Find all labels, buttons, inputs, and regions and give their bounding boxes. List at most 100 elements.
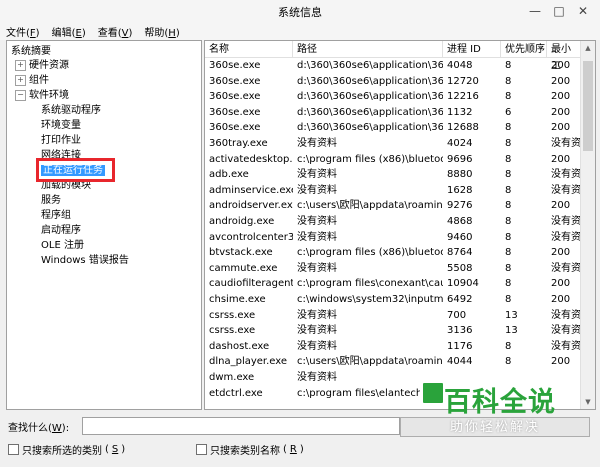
table-cell: 200 bbox=[551, 294, 571, 305]
table-cell: c:\users\欧阳\appdata\roamin... bbox=[297, 200, 443, 212]
column-header-priority[interactable]: 优先顺序 bbox=[501, 41, 547, 58]
menu-help[interactable]: 帮助(H) bbox=[138, 22, 185, 40]
table-cell: dwm.exe bbox=[209, 372, 255, 383]
table-cell: 360se.exe bbox=[209, 122, 261, 134]
table-row[interactable]: androidg.exe 没有资料 4868 8 没有资 bbox=[205, 214, 581, 230]
table-cell: 没有资料 bbox=[297, 325, 337, 337]
table-cell: 200 bbox=[551, 60, 571, 71]
table-row[interactable]: csrss.exe 没有资料 700 13 没有资 bbox=[205, 308, 581, 324]
table-cell: btvstack.exe bbox=[209, 247, 273, 259]
table-cell: 没有资料 bbox=[297, 309, 337, 321]
table-cell: 200 bbox=[551, 122, 571, 134]
vertical-scrollbar[interactable]: ▲ ▼ bbox=[580, 41, 595, 409]
table-cell: 200 bbox=[551, 356, 571, 368]
table-cell: 8 bbox=[505, 262, 512, 274]
table-cell: 8 bbox=[505, 340, 512, 352]
table-row[interactable]: 360se.exe d:\360\360se6\application\360..… bbox=[205, 89, 581, 105]
table-cell: 10904 bbox=[447, 278, 479, 290]
tree-item-software-environment[interactable]: − 软件环境 bbox=[15, 89, 69, 103]
category-tree[interactable]: 系统摘要 + 硬件资源 + 组件 − 软件环境 系统驱动程序 环境变量 打印作业 网络… bbox=[6, 40, 202, 410]
table-cell: 8 bbox=[505, 60, 512, 71]
column-header-min-working-set[interactable]: 最小工 bbox=[547, 41, 581, 72]
tree-item-environment-variables[interactable]: 环境变量 bbox=[41, 119, 81, 133]
table-cell: 4868 bbox=[447, 216, 473, 227]
task-table[interactable]: 名称 路径 进程 ID 优先顺序 最小工 360se.exe d:\360\360… bbox=[204, 40, 596, 410]
table-cell: 200 bbox=[551, 247, 571, 259]
table-row[interactable]: caudiofilteragent... c:\program files\con… bbox=[205, 276, 581, 292]
table-row[interactable]: chsime.exe c:\windows\system32\inputmet..… bbox=[205, 292, 581, 308]
table-row[interactable]: dashost.exe 没有资料 1176 8 没有资 bbox=[205, 339, 581, 355]
table-cell: c:\program files (x86)\bluetoot... bbox=[297, 153, 443, 165]
table-row[interactable]: activatedesktop.e... c:\program files (x8… bbox=[205, 152, 581, 168]
table-row[interactable]: 360se.exe d:\360\360se6\application\360..… bbox=[205, 120, 581, 136]
maximize-button[interactable]: □ bbox=[548, 2, 570, 20]
table-row[interactable]: avcontrolcenter3... 没有资料 9460 8 没有资 bbox=[205, 230, 581, 246]
table-row[interactable]: 360tray.exe 没有资料 4024 8 没有资 bbox=[205, 136, 581, 152]
table-cell: 没有资 bbox=[551, 325, 581, 337]
tree-item-print-jobs[interactable]: 打印作业 bbox=[41, 134, 81, 148]
tree-item-program-groups[interactable]: 程序组 bbox=[41, 209, 71, 223]
table-row[interactable]: 360se.exe d:\360\360se6\application\360..… bbox=[205, 74, 581, 90]
table-cell: 1132 bbox=[447, 106, 473, 118]
table-cell: 8 bbox=[505, 294, 512, 305]
menu-view[interactable]: 查看(V) bbox=[92, 22, 139, 40]
column-header-pid[interactable]: 进程 ID bbox=[443, 41, 501, 58]
tree-item-system-summary[interactable]: 系统摘要 bbox=[11, 45, 51, 59]
table-row[interactable]: androidserver.exe c:\users\欧阳\appdata\roa… bbox=[205, 198, 581, 214]
table-row[interactable]: csrss.exe 没有资料 3136 13 没有资 bbox=[205, 323, 581, 339]
table-cell: 8 bbox=[505, 247, 512, 259]
find-input[interactable] bbox=[82, 417, 400, 435]
tree-item-startup-programs[interactable]: 启动程序 bbox=[41, 224, 81, 238]
table-cell: 360se.exe bbox=[209, 75, 261, 87]
table-cell: c:\program files\conexant\cau... bbox=[297, 278, 443, 290]
expand-icon[interactable]: + bbox=[15, 74, 26, 86]
search-selected-category-option[interactable]: 只搜索所选的类别(S) bbox=[8, 442, 125, 457]
table-row[interactable]: adb.exe 没有资料 8880 8 没有资 bbox=[205, 167, 581, 183]
table-cell: 200 bbox=[551, 106, 571, 118]
table-row[interactable]: btvstack.exe c:\program files (x86)\bluet… bbox=[205, 245, 581, 261]
table-cell: 没有资 bbox=[551, 184, 581, 196]
column-header-path[interactable]: 路径 bbox=[293, 41, 443, 58]
tree-item-windows-error-reporting[interactable]: Windows 错误报告 bbox=[41, 254, 129, 268]
close-button[interactable]: ✕ bbox=[572, 2, 594, 20]
table-cell: csrss.exe bbox=[209, 309, 256, 321]
tree-item-hardware[interactable]: + 硬件资源 bbox=[15, 59, 69, 73]
scroll-thumb[interactable] bbox=[583, 61, 593, 151]
table-cell: 8 bbox=[505, 231, 512, 243]
tree-item-system-drivers[interactable]: 系统驱动程序 bbox=[41, 104, 101, 118]
table-cell: 没有资 bbox=[551, 138, 581, 149]
expand-icon[interactable]: + bbox=[15, 59, 26, 71]
table-cell: 12720 bbox=[447, 75, 479, 87]
collapse-icon[interactable]: − bbox=[15, 89, 26, 101]
table-row[interactable]: dlna_player.exe c:\users\欧阳\appdata\roami… bbox=[205, 354, 581, 370]
table-row[interactable]: adminservice.exe 没有资料 1628 8 没有资 bbox=[205, 183, 581, 199]
table-cell: 12688 bbox=[447, 122, 479, 134]
table-cell: c:\users\欧阳\appdata\roamin... bbox=[297, 356, 443, 368]
table-cell: 12216 bbox=[447, 91, 479, 103]
table-cell: 没有资料 bbox=[297, 340, 337, 352]
table-cell: 8 bbox=[505, 278, 512, 290]
minimize-button[interactable]: — bbox=[524, 2, 546, 20]
table-cell: 6 bbox=[505, 106, 512, 118]
checkbox-icon[interactable] bbox=[8, 444, 19, 455]
table-row[interactable]: 360se.exe d:\360\360se6\application\360..… bbox=[205, 58, 581, 74]
table-cell: 没有资料 bbox=[297, 169, 337, 181]
table-cell: etdctrl.exe bbox=[209, 387, 263, 399]
tree-item-services[interactable]: 服务 bbox=[41, 194, 61, 208]
table-row[interactable]: cammute.exe 没有资料 5508 8 没有资 bbox=[205, 261, 581, 277]
tree-item-components[interactable]: + 组件 bbox=[15, 74, 49, 88]
column-header-name[interactable]: 名称 bbox=[205, 41, 293, 58]
table-cell: 4044 bbox=[447, 356, 473, 368]
table-cell: 5508 bbox=[447, 262, 473, 274]
table-cell: 1176 bbox=[447, 340, 473, 352]
scroll-up-icon[interactable]: ▲ bbox=[581, 41, 595, 55]
menu-edit[interactable]: 编辑(E) bbox=[46, 22, 92, 40]
table-cell: 200 bbox=[551, 278, 571, 290]
checkbox-icon[interactable] bbox=[196, 444, 207, 455]
table-cell: d:\360\360se6\application\360... bbox=[297, 75, 443, 87]
search-category-names-option[interactable]: 只搜索类别名称(R) bbox=[196, 442, 304, 457]
menu-file[interactable]: 文件(F) bbox=[0, 22, 46, 40]
table-row[interactable]: 360se.exe d:\360\360se6\application\360..… bbox=[205, 105, 581, 121]
table-cell: 没有资 bbox=[551, 216, 581, 227]
tree-item-ole-registration[interactable]: OLE 注册 bbox=[41, 239, 84, 253]
